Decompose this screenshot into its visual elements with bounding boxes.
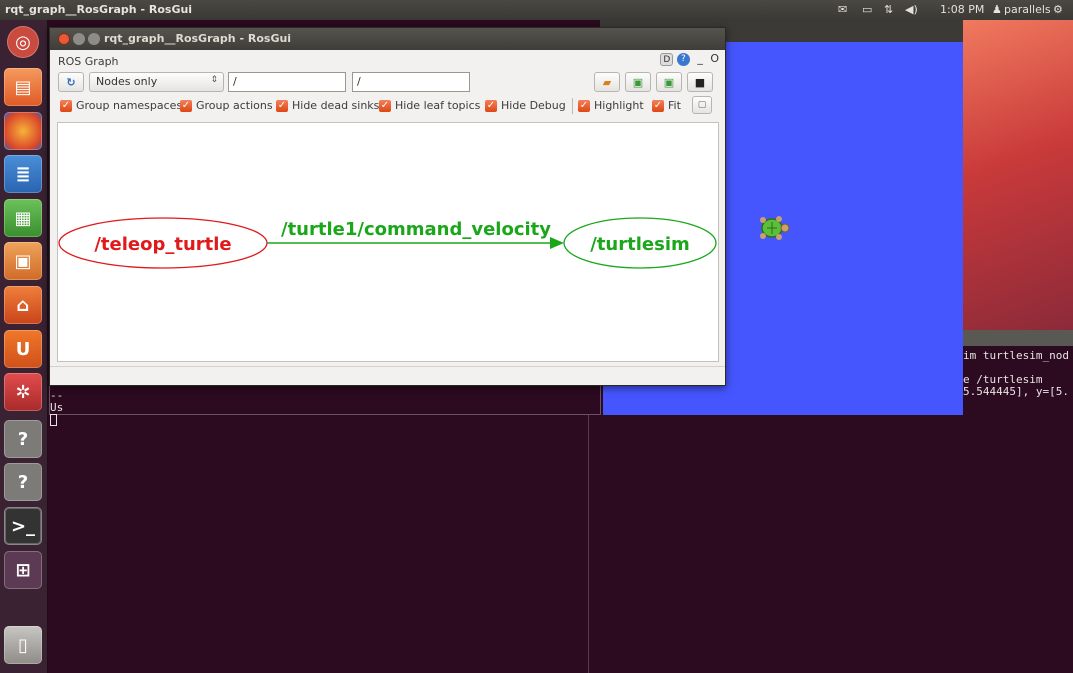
save-svg-button[interactable]: ▣ (656, 72, 682, 92)
unknown-app-glyph: ? (17, 428, 29, 450)
terminal-right-line: 5.544445], y=[5. (963, 385, 1069, 398)
fit-checkbox[interactable]: ✓ Fit (652, 99, 681, 112)
checkbox-check-icon: ✓ (379, 99, 391, 112)
mail-icon[interactable]: ✉ (838, 3, 847, 16)
checkbox-check-icon: ✓ (578, 99, 590, 112)
fit-view-icon: ▢ (697, 100, 707, 110)
chevron-updown-icon: ⇕ (210, 75, 218, 85)
checkbox-label: Hide dead sinks (292, 99, 380, 112)
edge-label: /turtle1/command_velocity (281, 219, 551, 240)
checkbox-check-icon: ✓ (60, 99, 72, 112)
folder-icon: ▰ (602, 75, 612, 89)
unknown-app-icon[interactable]: ? (4, 463, 42, 501)
highlight-checkbox[interactable]: ✓ Highlight (578, 99, 644, 112)
plugin-close-button[interactable]: O (710, 52, 719, 65)
teleop-turtle-label: /teleop_turtle (94, 234, 231, 255)
help-icon-glyph: ? (680, 53, 686, 64)
graph-canvas[interactable]: /teleop_turtle /turtle1/command_velocity… (57, 122, 719, 362)
save-dot-button[interactable]: ▣ (625, 72, 651, 92)
unknown-app-glyph: ? (17, 471, 29, 493)
topic-filter-input[interactable]: / (352, 72, 470, 92)
checkbox-label: Hide leaf topics (395, 99, 481, 112)
save-svg-icon: ▣ (663, 75, 675, 89)
launcher: ◎ ▤ ≣ ▦ ▣ ⌂ U ✲ ? ? >_ ⊞ ▯ (0, 20, 48, 673)
checkbox-check-icon: ✓ (276, 99, 288, 112)
software-center-icon[interactable]: ⌂ (4, 286, 42, 324)
options-row: ✓ Group namespaces ✓ Group actions ✓ Hid… (58, 96, 722, 116)
files-icon[interactable]: ▤ (4, 68, 42, 106)
battery-icon[interactable]: ▭ (862, 3, 872, 16)
dock-icon[interactable]: D (660, 52, 674, 66)
desktop-wallpaper (963, 20, 1073, 330)
active-window-title: rqt_graph__RosGraph - RosGui (5, 3, 193, 16)
help-icon[interactable]: ? (676, 52, 690, 66)
edge-arrowhead (550, 237, 564, 249)
rqt-window-title: rqt_graph__RosGraph - RosGui (104, 32, 292, 45)
save-dot-icon: ▣ (632, 75, 644, 89)
fit-in-view-button[interactable]: ▢ (692, 96, 712, 114)
dock-icon-glyph: D (663, 54, 671, 65)
impress-icon[interactable]: ▣ (4, 242, 42, 280)
rqt-window[interactable]: rqt_graph__RosGraph - RosGui ROS Graph D… (49, 27, 726, 386)
checkbox-check-icon: ✓ (180, 99, 192, 112)
terminal-cursor (50, 414, 57, 426)
maximize-icon[interactable] (88, 33, 100, 45)
network-icon[interactable]: ⇅ (884, 3, 893, 16)
close-icon[interactable] (58, 33, 70, 45)
clock[interactable]: 1:08 PM (940, 3, 984, 16)
rqt-titlebar[interactable]: rqt_graph__RosGraph - RosGui (50, 28, 725, 50)
graph-mode-select[interactable]: Nodes only ⇕ (89, 72, 224, 92)
top-panel: rqt_graph__RosGraph - RosGui ✉ ▭ ⇅ ◀) 1:… (0, 0, 1073, 20)
hide-dead-sinks-checkbox[interactable]: ✓ Hide dead sinks (276, 99, 379, 112)
turtle-icon (760, 216, 790, 240)
refresh-button[interactable]: ↻ (58, 72, 84, 92)
checkbox-label: Highlight (594, 99, 644, 112)
unknown-app-icon[interactable]: ? (4, 420, 42, 458)
checkbox-label: Group namespaces (76, 99, 183, 112)
settings-icon[interactable]: ✲ (4, 373, 42, 411)
plugin-title: ROS Graph (58, 55, 119, 68)
turtlesim-label: /turtlesim (590, 234, 690, 255)
hide-leaf-topics-checkbox[interactable]: ✓ Hide leaf topics (379, 99, 480, 112)
writer-icon[interactable]: ≣ (4, 155, 42, 193)
group-namespaces-checkbox[interactable]: ✓ Group namespaces (60, 99, 182, 112)
save-image-button[interactable]: ■ (687, 72, 713, 92)
firefox-icon[interactable] (4, 112, 42, 150)
graph-toolbar: ↻ Nodes only ⇕ / / ▰ ▣ ▣ ■ (56, 72, 720, 94)
workspace-switcher-icon[interactable]: ⊞ (4, 551, 42, 589)
refresh-icon: ↻ (66, 75, 76, 89)
ubuntu-dash-icon[interactable]: ◎ (7, 26, 39, 58)
terminal-window-left[interactable] (49, 385, 589, 673)
plugin-controls: D ? _ O (660, 52, 719, 66)
checkbox-label: Hide Debug (501, 99, 566, 112)
checkbox-label: Fit (668, 99, 681, 112)
terminal-right-line: im turtlesim_nod (963, 349, 1069, 362)
toolbar-separator (572, 98, 573, 114)
graph-svg: /teleop_turtle /turtle1/command_velocity… (58, 217, 717, 269)
trash-icon[interactable]: ▯ (4, 626, 42, 664)
namespace-filter-input[interactable]: / (228, 72, 346, 92)
checkbox-check-icon: ✓ (485, 99, 497, 112)
user-icon[interactable]: ♟ (992, 3, 1002, 16)
ubuntu-one-icon[interactable]: U (4, 330, 42, 368)
hide-debug-checkbox[interactable]: ✓ Hide Debug (485, 99, 566, 112)
user-name[interactable]: parallels (1004, 3, 1051, 16)
graph-mode-value: Nodes only (96, 75, 158, 88)
status-bar (50, 366, 725, 385)
terminal-left-line: Us (50, 401, 64, 414)
minimize-icon[interactable] (73, 33, 85, 45)
calc-icon[interactable]: ▦ (4, 199, 42, 237)
load-dot-button[interactable]: ▰ (594, 72, 620, 92)
group-actions-checkbox[interactable]: ✓ Group actions (180, 99, 273, 112)
gear-icon[interactable]: ⚙ (1053, 3, 1063, 16)
terminal-right-titlebar[interactable] (963, 330, 1073, 346)
checkbox-label: Group actions (196, 99, 273, 112)
image-icon: ■ (694, 75, 706, 89)
plugin-minimize-button[interactable]: _ (697, 52, 703, 65)
terminal-icon[interactable]: >_ (4, 507, 42, 545)
terminal-left-pane[interactable] (49, 385, 601, 415)
checkbox-check-icon: ✓ (652, 99, 664, 112)
volume-icon[interactable]: ◀) (905, 3, 918, 16)
